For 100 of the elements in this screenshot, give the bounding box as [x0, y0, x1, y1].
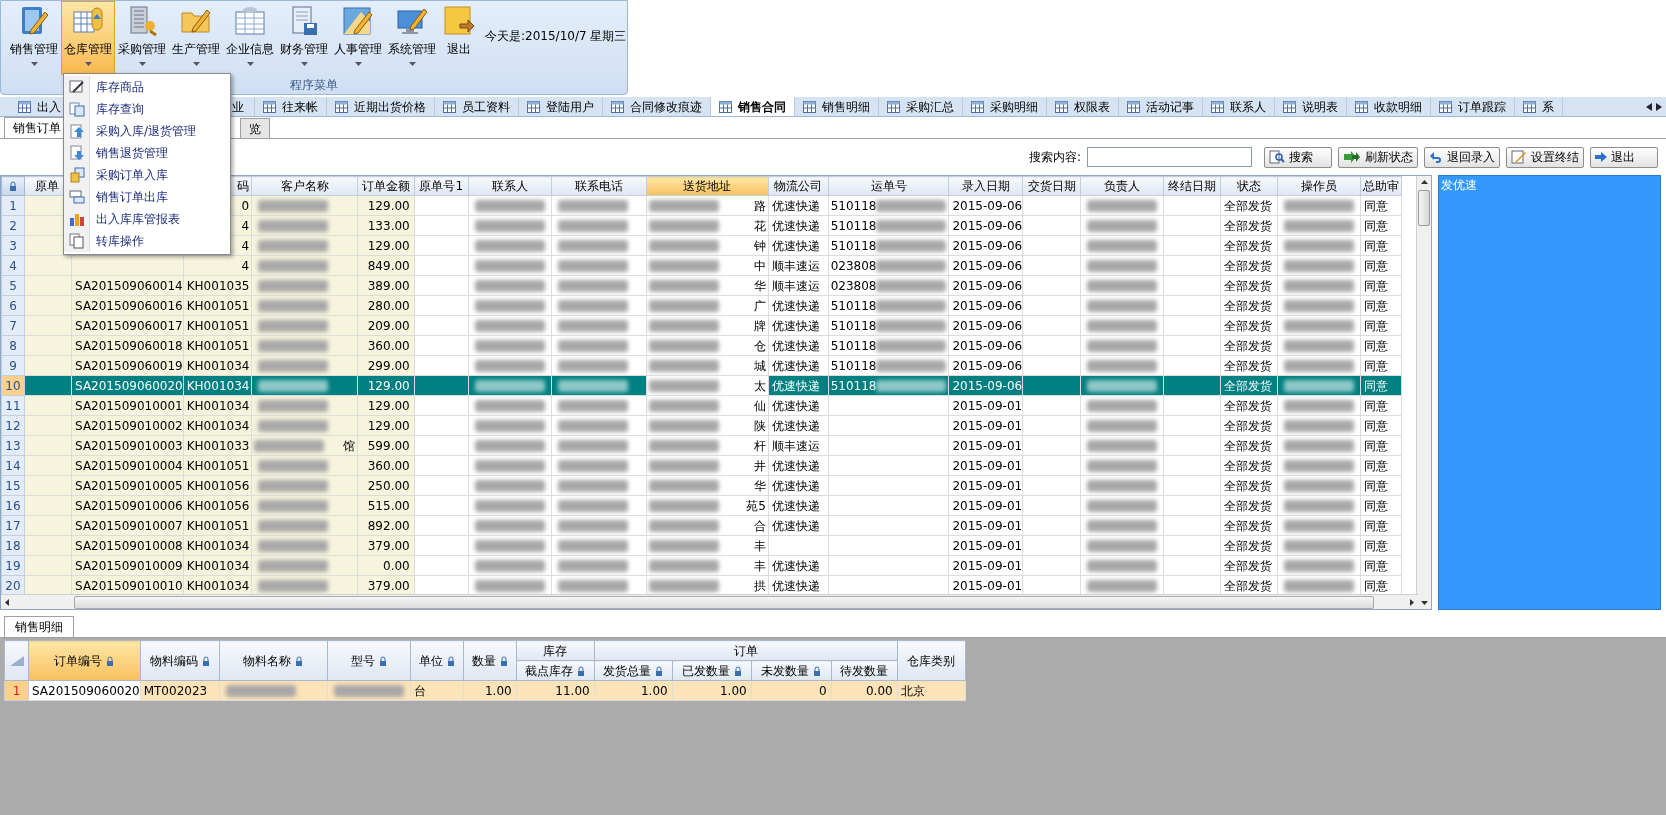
row-number[interactable]: 1: [4, 680, 29, 701]
column-header[interactable]: 型号: [327, 640, 411, 681]
toolbar-button[interactable]: 退出: [1590, 146, 1658, 168]
group-header: 订单: [594, 640, 898, 661]
toolbar-button[interactable]: 刷新状态: [1338, 146, 1418, 168]
ribbon-button[interactable]: 财务管理: [277, 1, 331, 75]
scroll-up-icon[interactable]: [1420, 180, 1428, 184]
tab[interactable]: 订单跟踪: [1431, 97, 1515, 116]
ribbon-button[interactable]: 退出: [439, 1, 479, 75]
caret-icon: [300, 62, 308, 66]
cell-text: 510118: [830, 377, 877, 395]
blurred-text: [557, 219, 628, 232]
row-number[interactable]: 9: [1, 355, 25, 376]
scrollbar-thumb[interactable]: [1418, 190, 1430, 226]
row-number[interactable]: 19: [1, 555, 25, 576]
column-header[interactable]: 物料编码: [140, 640, 220, 681]
column-header[interactable]: 仓库类别: [897, 640, 966, 681]
column-header[interactable]: 数量: [463, 640, 517, 681]
toolbar-button[interactable]: 退回录入: [1424, 146, 1500, 168]
row-number[interactable]: 6: [1, 295, 25, 316]
tab[interactable]: 采购汇总: [879, 97, 963, 116]
spreadsheet-icon: [233, 4, 267, 38]
blurred-text: [876, 259, 947, 272]
tab[interactable]: 近期出货价格: [327, 97, 435, 116]
scroll-right-icon[interactable]: [1410, 598, 1414, 606]
row-number[interactable]: 12: [1, 415, 25, 436]
column-header[interactable]: 联系人: [468, 176, 552, 196]
row-number[interactable]: 10: [1, 375, 25, 396]
row-number[interactable]: 17: [1, 515, 25, 536]
row-number[interactable]: 4: [1, 255, 25, 276]
ribbon-button[interactable]: 销售管理: [7, 1, 61, 75]
row-number[interactable]: 20: [1, 575, 25, 596]
row-number[interactable]: 16: [1, 495, 25, 516]
tab[interactable]: 销售合同: [711, 97, 795, 116]
row-number[interactable]: 8: [1, 335, 25, 356]
row-number[interactable]: 18: [1, 535, 25, 556]
vertical-scrollbar[interactable]: [1416, 176, 1431, 609]
toolbar-button[interactable]: 搜索: [1264, 146, 1332, 168]
tab[interactable]: 联系人: [1203, 97, 1275, 116]
scroll-left-icon[interactable]: [5, 598, 9, 606]
row-number[interactable]: 5: [1, 275, 25, 296]
ribbon-button[interactable]: 企业信息: [223, 1, 277, 75]
ribbon-button[interactable]: 系统管理: [385, 1, 439, 75]
row-number[interactable]: 3: [1, 235, 25, 256]
tab[interactable]: 合同修改痕迹: [603, 97, 711, 116]
tab[interactable]: 收款明细: [1347, 97, 1431, 116]
blurred-text: [1086, 239, 1157, 252]
row-number[interactable]: 1: [1, 195, 25, 216]
scroll-right-icon[interactable]: [1656, 102, 1662, 111]
tab[interactable]: 系: [1515, 97, 1563, 116]
column-header[interactable]: 单位: [410, 640, 464, 681]
column-header[interactable]: 交货日期: [1022, 176, 1081, 196]
tab[interactable]: 员工资料: [435, 97, 519, 116]
column-header[interactable]: 运单号: [828, 176, 949, 196]
column-header[interactable]: 送货地址: [646, 176, 769, 196]
blurred-text: [1086, 319, 1157, 332]
column-header[interactable]: 原单号1: [414, 176, 469, 196]
tab[interactable]: 登陆用户: [519, 97, 603, 116]
row-number[interactable]: 15: [1, 475, 25, 496]
search-field[interactable]: [1087, 147, 1252, 167]
table-icon: [335, 100, 348, 113]
blurred-text: [557, 199, 628, 212]
toolbar-button[interactable]: 设置终结: [1506, 146, 1584, 168]
cell-text: 花: [753, 217, 766, 235]
tab[interactable]: 销售明细: [4, 616, 74, 637]
row-number[interactable]: 13: [1, 435, 25, 456]
column-header[interactable]: 操作员: [1277, 176, 1361, 196]
row-number[interactable]: 7: [1, 315, 25, 336]
tab[interactable]: 活动记事: [1119, 97, 1203, 116]
ribbon-button[interactable]: 生产管理: [169, 1, 223, 75]
table-icon: [803, 100, 816, 113]
column-header[interactable]: 负责人: [1080, 176, 1164, 196]
tab[interactable]: 览: [240, 118, 270, 138]
scroll-left-icon[interactable]: [1646, 102, 1652, 111]
menu-item[interactable]: 库存商品: [64, 76, 230, 98]
column-header[interactable]: 录入日期: [948, 176, 1023, 196]
tab[interactable]: 往来帐: [255, 97, 327, 116]
menu-item[interactable]: 销售退货管理: [64, 142, 230, 164]
column-header[interactable]: 客户名称: [251, 176, 358, 196]
row-number[interactable]: 11: [1, 395, 25, 416]
caret-icon: [30, 62, 38, 66]
column-header[interactable]: 订单编号: [28, 640, 141, 681]
row-number[interactable]: 14: [1, 455, 25, 476]
tab[interactable]: 销售明细: [795, 97, 879, 116]
table-icon: [1439, 100, 1452, 113]
blurred-text: [1283, 499, 1354, 512]
tab[interactable]: 权限表: [1047, 97, 1119, 116]
column-header[interactable]: 联系电话: [551, 176, 647, 196]
column-header[interactable]: 物流公司: [768, 176, 829, 196]
scroll-down-icon[interactable]: [1420, 601, 1428, 605]
column-header[interactable]: 总助审: [1360, 176, 1402, 196]
tab[interactable]: 说明表: [1275, 97, 1347, 116]
ribbon-button[interactable]: 人事管理: [331, 1, 385, 75]
column-header[interactable]: 终结日期: [1163, 176, 1221, 196]
tab[interactable]: 采购明细: [963, 97, 1047, 116]
column-header[interactable]: 物料名称: [219, 640, 328, 681]
column-header[interactable]: 订单金额: [357, 176, 415, 196]
row-number[interactable]: 2: [1, 215, 25, 236]
ribbon-button[interactable]: 仓库管理: [61, 1, 115, 75]
column-header[interactable]: 状态: [1220, 176, 1278, 196]
